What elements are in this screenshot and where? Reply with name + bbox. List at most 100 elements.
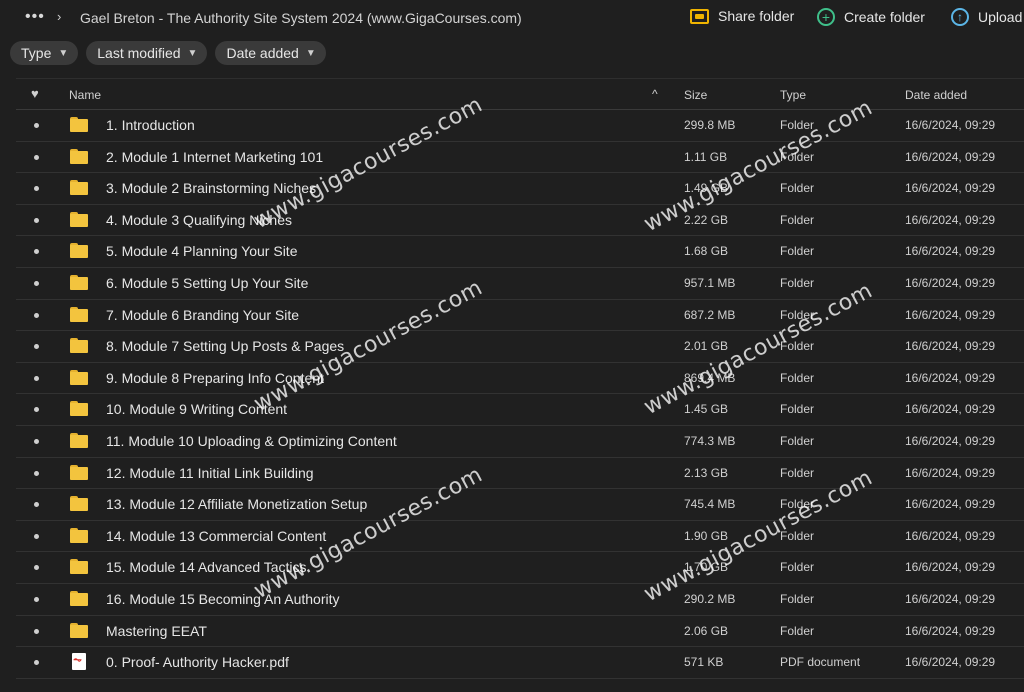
row-favorite-dot-icon[interactable] [34,502,39,508]
chevron-down-icon: ▼ [187,47,198,59]
type-filter-chip[interactable]: Type ▼ [10,41,79,65]
table-row[interactable]: 12. Module 11 Initial Link Building 2.13 … [16,458,1024,490]
row-size: 1.70 GB [684,560,729,575]
row-size: 745.4 MB [684,497,736,512]
folder-icon [70,338,88,354]
row-favorite-dot-icon[interactable] [34,660,39,666]
date-added-column-header[interactable]: Date added [905,88,967,102]
folder-icon [70,590,88,606]
table-row[interactable]: 2. Module 1 Internet Marketing 101 1.11 G… [16,142,1024,174]
row-type: Folder [780,465,815,480]
row-type: Folder [780,149,815,164]
row-name[interactable]: 15. Module 14 Advanced Tactics [106,559,307,575]
row-name[interactable]: 13. Module 12 Affiliate Monetization Set… [106,496,367,512]
row-favorite-dot-icon[interactable] [34,154,39,160]
date-added-filter-label: Date added [226,45,299,61]
row-name[interactable]: 4. Module 3 Qualifying Niches [106,212,292,228]
row-name[interactable]: Mastering EEAT [106,623,207,639]
table-row[interactable]: 5. Module 4 Planning Your Site 1.68 GB Fol… [16,236,1024,268]
table-row[interactable]: ⏦ 0. Proof- Authority Hacker.pdf 571 KB PDF… [16,647,1024,679]
table-row[interactable]: 6. Module 5 Setting Up Your Site 957.1 MB… [16,268,1024,300]
table-row[interactable]: 13. Module 12 Affiliate Monetization Set… [16,489,1024,521]
row-name[interactable]: 1. Introduction [106,117,195,133]
row-type: Folder [780,370,815,385]
table-row[interactable]: 16. Module 15 Becoming An Authority 290.2… [16,584,1024,616]
table-body: 1. Introduction 299.8 MB Folder 16/6/2024, … [16,110,1024,679]
more-options-icon[interactable]: ••• [25,8,45,26]
row-type: Folder [780,623,815,638]
sort-ascending-icon[interactable]: ^ [652,87,658,101]
type-column-header[interactable]: Type [780,88,806,102]
table-row[interactable]: Mastering EEAT 2.06 GB Folder 16/6/2024, 09… [16,616,1024,648]
upload-button[interactable]: ↑ Upload [951,8,1022,26]
row-type: Folder [780,118,815,132]
row-type: Folder [780,528,815,543]
row-favorite-dot-icon[interactable] [34,565,39,571]
folder-icon [70,274,88,290]
row-favorite-dot-icon[interactable] [34,217,39,223]
row-date-added: 16/6/2024, 09:29 [905,591,996,606]
row-favorite-dot-icon[interactable] [34,438,39,444]
share-folder-button[interactable]: Share folder [690,8,794,24]
row-name[interactable]: 11. Module 10 Uploading & Optimizing Con… [106,433,397,449]
row-name[interactable]: 0. Proof- Authority Hacker.pdf [106,654,289,670]
row-date-added: 16/6/2024, 09:29 [905,655,996,670]
row-size: 1.11 GB [684,149,728,164]
row-date-added: 16/6/2024, 09:29 [905,623,996,638]
row-name[interactable]: 7. Module 6 Branding Your Site [106,307,299,323]
type-filter-label: Type [21,45,52,61]
row-name[interactable]: 3. Module 2 Brainstorming Niches [106,180,316,196]
row-favorite-dot-icon[interactable] [34,533,39,539]
row-size: 2.22 GB [684,212,729,227]
row-name[interactable]: 14. Module 13 Commercial Content [106,528,326,544]
share-folder-icon [690,8,709,24]
table-row[interactable]: 8. Module 7 Setting Up Posts & Pages 2.01… [16,331,1024,363]
row-favorite-dot-icon[interactable] [34,628,39,634]
row-favorite-dot-icon[interactable] [34,344,39,350]
row-date-added: 16/6/2024, 09:29 [905,433,996,448]
favorite-heart-icon[interactable]: ♥ [31,86,39,101]
row-date-added: 16/6/2024, 09:29 [905,118,996,132]
row-favorite-dot-icon[interactable] [34,470,39,476]
table-row[interactable]: 11. Module 10 Uploading & Optimizing Con… [16,426,1024,458]
row-name[interactable]: 6. Module 5 Setting Up Your Site [106,275,308,291]
row-type: Folder [780,181,815,196]
folder-icon [70,464,88,480]
table-row[interactable]: 15. Module 14 Advanced Tactics 1.70 GB Fol… [16,552,1024,584]
row-favorite-dot-icon[interactable] [34,123,39,128]
row-date-added: 16/6/2024, 09:29 [905,212,996,227]
table-row[interactable]: 4. Module 3 Qualifying Niches 2.22 GB Fold… [16,205,1024,237]
row-name[interactable]: 2. Module 1 Internet Marketing 101 [106,149,323,165]
table-row[interactable]: 7. Module 6 Branding Your Site 687.2 MB Fo… [16,300,1024,332]
last-modified-filter-chip[interactable]: Last modified ▼ [86,41,208,65]
row-name[interactable]: 8. Module 7 Setting Up Posts & Pages [106,338,344,354]
row-date-added: 16/6/2024, 09:29 [905,560,996,575]
table-row[interactable]: 14. Module 13 Commercial Content 1.90 GB F… [16,521,1024,553]
row-name[interactable]: 12. Module 11 Initial Link Building [106,465,314,481]
row-size: 2.06 GB [684,623,729,638]
row-favorite-dot-icon[interactable] [34,375,39,381]
row-size: 2.01 GB [684,339,729,354]
row-name[interactable]: 16. Module 15 Becoming An Authority [106,591,339,607]
row-name[interactable]: 9. Module 8 Preparing Info Content [106,370,324,386]
breadcrumb-current-folder[interactable]: Gael Breton - The Authority Site System … [80,10,522,26]
row-name[interactable]: 5. Module 4 Planning Your Site [106,243,297,259]
name-column-header[interactable]: Name [69,88,101,102]
table-row[interactable]: 3. Module 2 Brainstorming Niches 1.49 GB F… [16,173,1024,205]
row-favorite-dot-icon[interactable] [34,280,39,286]
size-column-header[interactable]: Size [684,88,707,102]
date-added-filter-chip[interactable]: Date added ▼ [215,41,326,65]
table-row[interactable]: 9. Module 8 Preparing Info Content 869.4 … [16,363,1024,395]
table-row[interactable]: 10. Module 9 Writing Content 1.45 GB Folde… [16,394,1024,426]
row-date-added: 16/6/2024, 09:29 [905,181,996,196]
table-row[interactable]: 1. Introduction 299.8 MB Folder 16/6/2024, … [16,110,1024,142]
row-favorite-dot-icon[interactable] [34,312,39,318]
row-favorite-dot-icon[interactable] [34,186,39,192]
row-name[interactable]: 10. Module 9 Writing Content [106,401,287,417]
row-favorite-dot-icon[interactable] [34,596,39,602]
row-favorite-dot-icon[interactable] [34,407,39,413]
last-modified-filter-label: Last modified [97,45,181,61]
row-favorite-dot-icon[interactable] [34,249,39,255]
create-folder-button[interactable]: + Create folder [817,8,925,26]
row-size: 957.1 MB [684,275,736,290]
